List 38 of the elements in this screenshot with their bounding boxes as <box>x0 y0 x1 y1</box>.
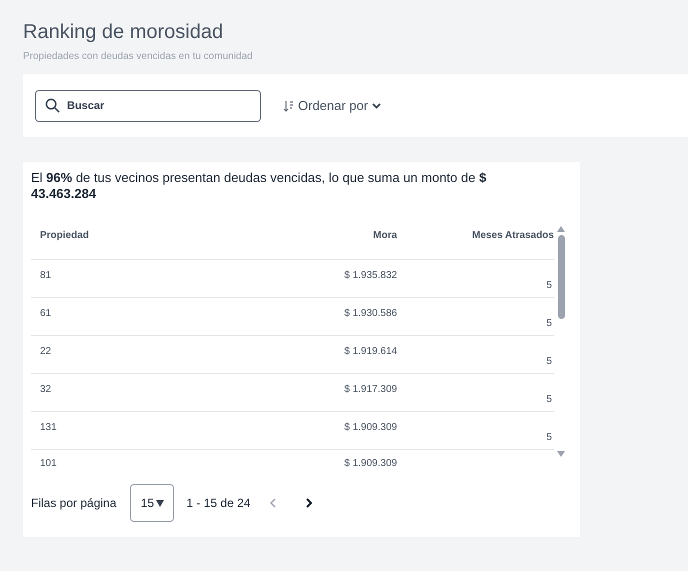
table-cell: 5 <box>546 280 552 291</box>
column-header[interactable]: Propiedad <box>31 228 240 243</box>
scroll-up-icon <box>557 226 565 232</box>
table-cell: 101 <box>40 458 57 469</box>
page-title: Ranking de morosidad <box>23 20 224 45</box>
table-cell: 22 <box>40 346 52 357</box>
next-page-button[interactable] <box>304 498 314 508</box>
table-cell: 61 <box>40 308 52 319</box>
table-cell: $ 1.935.832 <box>344 270 398 281</box>
table-cell: $ 1.930.586 <box>344 308 398 319</box>
rows-per-page-label: Filas por página <box>31 495 116 512</box>
table-cell: $ 1.919.614 <box>344 346 398 357</box>
sort-icon <box>283 100 294 112</box>
page-range-text: 1 - 15 de 24 <box>186 495 250 512</box>
column-header[interactable]: Meses Atrasados <box>397 228 554 243</box>
summary-text: El 96% de tus vecinos presentan deudas vencidas, lo que suma un monto de $ 43.463.284 <box>31 170 488 202</box>
chevron-right-icon <box>306 498 312 508</box>
table-cell: $ 1.909.309 <box>344 458 398 469</box>
scroll-down-icon <box>557 451 565 457</box>
table-cell: 5 <box>546 432 552 443</box>
table-cell: 81 <box>40 270 52 281</box>
sort-button[interactable]: Ordenar por <box>283 96 382 116</box>
search-icon <box>45 98 60 112</box>
table-cell: $ 1.909.309 <box>344 422 398 433</box>
table-cell: 5 <box>546 394 552 405</box>
caret-down-icon <box>156 500 164 506</box>
chevron-down-icon <box>372 102 382 108</box>
page-subtitle: Propiedades con deudas vencidas en tu comunidad <box>23 50 253 64</box>
table-cell: 32 <box>40 384 52 395</box>
table-cell: 5 <box>546 318 552 329</box>
rows-per-page-select[interactable]: 15 <box>130 484 174 522</box>
search-field[interactable]: Buscar <box>35 90 261 122</box>
table-cell: 5 <box>546 356 552 367</box>
chevron-left-icon <box>270 498 276 508</box>
table-cell: 131 <box>40 422 57 433</box>
table-cell: $ 1.917.309 <box>344 384 398 395</box>
column-header[interactable]: Mora <box>240 228 398 243</box>
scrollbar-thumb[interactable] <box>558 235 564 319</box>
